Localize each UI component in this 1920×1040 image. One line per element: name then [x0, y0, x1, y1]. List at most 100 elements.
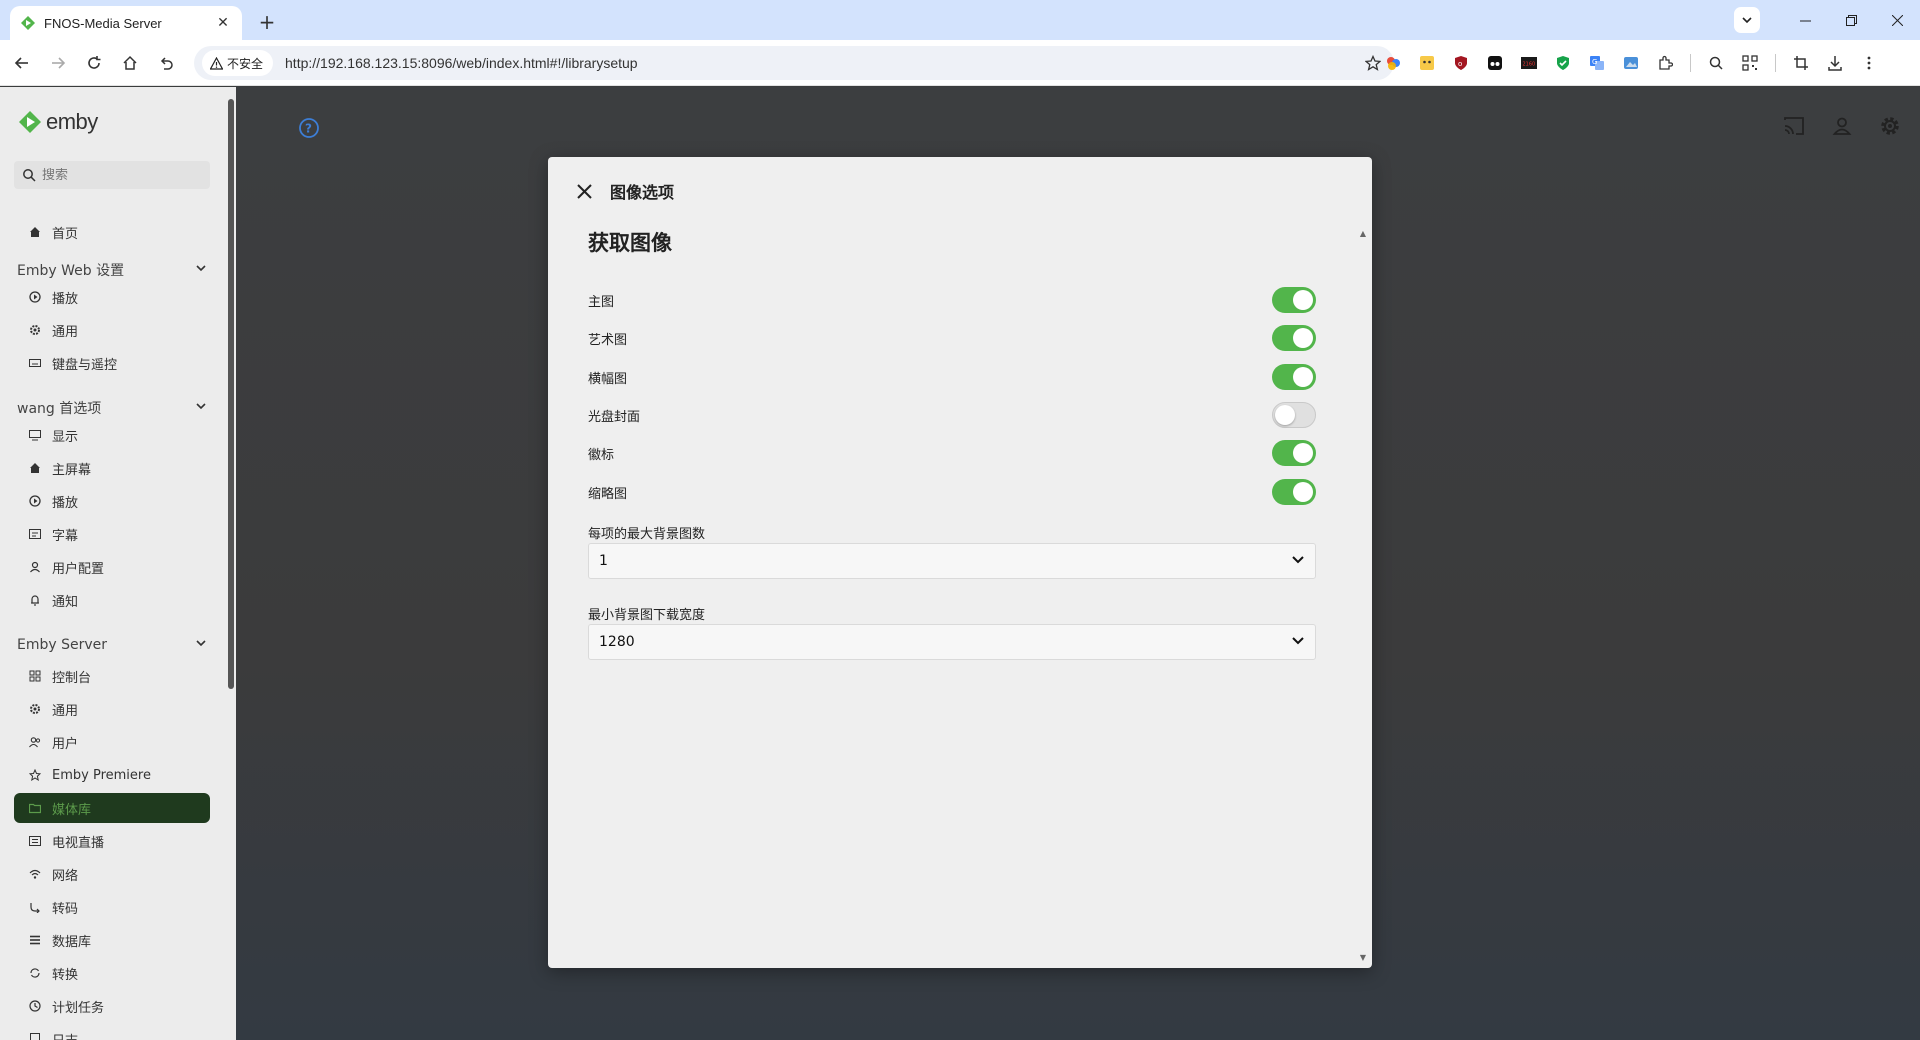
undo-icon[interactable] — [148, 46, 184, 80]
sidebar-item-dashboard[interactable]: 控制台 — [14, 661, 210, 691]
sidebar-item-general-server[interactable]: 通用 — [14, 694, 210, 724]
extension-color-icon[interactable] — [1381, 51, 1405, 75]
database-icon — [28, 933, 42, 947]
home-icon — [28, 461, 42, 475]
home-icon[interactable] — [112, 46, 148, 80]
sidebar-item-database[interactable]: 数据库 — [14, 925, 210, 955]
person-icon — [28, 560, 42, 574]
gear-icon — [28, 702, 42, 716]
svg-text:o: o — [1458, 60, 1462, 68]
toggle-logo[interactable] — [1272, 440, 1316, 466]
sidebar-item-playback[interactable]: 播放 — [14, 282, 210, 312]
toggle-disc[interactable] — [1272, 402, 1316, 428]
extension-shield-icon[interactable] — [1551, 51, 1575, 75]
search-input[interactable] — [42, 167, 202, 183]
wifi-icon — [28, 867, 42, 881]
chevron-down-icon — [195, 262, 207, 278]
minimize-button[interactable] — [1782, 0, 1828, 40]
forward-icon[interactable] — [40, 46, 76, 80]
dashboard-icon — [28, 669, 42, 683]
emby-logo[interactable]: emby — [18, 109, 98, 135]
new-tab-button[interactable]: + — [254, 9, 280, 35]
tab-search-button[interactable] — [1734, 7, 1760, 33]
toggle-thumb[interactable] — [1272, 479, 1316, 505]
star-icon — [28, 768, 42, 782]
sidebar-item-profile[interactable]: 用户配置 — [14, 552, 210, 582]
chevron-down-icon — [195, 637, 207, 653]
close-icon[interactable] — [572, 179, 596, 203]
cast-icon[interactable] — [1770, 109, 1818, 143]
settings-gear-icon[interactable] — [1866, 109, 1914, 143]
qr-code-icon[interactable] — [1738, 51, 1762, 75]
toggle-art[interactable] — [1272, 325, 1316, 351]
sidebar-item-livetv[interactable]: 电视直播 — [14, 826, 210, 856]
extension-cat-icon[interactable] — [1415, 51, 1439, 75]
sidebar: emby 首页 Emby Web 设置 播放 通用 键盘与遥控 — [0, 87, 236, 1040]
extension-2160-icon[interactable]: 2160 — [1517, 51, 1541, 75]
help-icon[interactable]: ? — [298, 117, 320, 143]
back-icon[interactable] — [4, 46, 40, 80]
toggle-primary[interactable] — [1272, 287, 1316, 313]
sidebar-item-premiere[interactable]: Emby Premiere — [14, 760, 210, 790]
log-icon — [28, 1032, 42, 1040]
sidebar-scrollbar[interactable] — [228, 99, 234, 689]
extension-picture-icon[interactable] — [1619, 51, 1643, 75]
sidebar-item-logs[interactable]: 日志 — [14, 1024, 210, 1040]
close-window-button[interactable] — [1874, 0, 1920, 40]
subtitles-icon — [28, 527, 42, 541]
sidebar-item-conversions[interactable]: 转换 — [14, 958, 210, 988]
sidebar-item-transcode[interactable]: 转码 — [14, 892, 210, 922]
browser-tab[interactable]: FNOS-Media Server ✕ — [10, 6, 242, 40]
extension-glasses-icon[interactable] — [1483, 51, 1507, 75]
tab-title: FNOS-Media Server — [44, 15, 162, 31]
sidebar-item-network[interactable]: 网络 — [14, 859, 210, 889]
emby-logo-icon — [19, 111, 41, 133]
sidebar-item-users[interactable]: 用户 — [14, 727, 210, 757]
tab-close-icon[interactable]: ✕ — [214, 14, 232, 32]
home-icon — [28, 225, 42, 239]
sidebar-item-general-web[interactable]: 通用 — [14, 315, 210, 345]
sidebar-item-keyboard[interactable]: 键盘与遥控 — [14, 348, 210, 378]
browser-menu-icon[interactable] — [1857, 51, 1881, 75]
address-bar[interactable]: 不安全 http://192.168.123.15:8096/web/index… — [194, 46, 1394, 80]
download-icon[interactable] — [1823, 51, 1847, 75]
extension-ublock-icon[interactable]: o — [1449, 51, 1473, 75]
scroll-up-arrow-icon[interactable]: ▲ — [1360, 229, 1366, 238]
section-user-prefs[interactable]: wang 首选项 — [17, 395, 213, 421]
sidebar-item-homescreen[interactable]: 主屏幕 — [14, 453, 210, 483]
toggle-banner[interactable] — [1272, 364, 1316, 390]
sidebar-item-playback-user[interactable]: 播放 — [14, 486, 210, 516]
search-box[interactable] — [14, 161, 210, 189]
extensions-row: o 2160 G — [1376, 46, 1886, 80]
sidebar-item-home[interactable]: 首页 — [14, 217, 210, 247]
emby-page: emby 首页 Emby Web 设置 播放 通用 键盘与遥控 — [0, 87, 1920, 1040]
max-backdrops-select[interactable]: 1 — [588, 543, 1316, 579]
min-backdrop-width-select[interactable]: 1280 — [588, 624, 1316, 660]
sidebar-item-display[interactable]: 显示 — [14, 420, 210, 450]
clock-icon — [28, 999, 42, 1013]
sidebar-item-scheduled-tasks[interactable]: 计划任务 — [14, 991, 210, 1021]
sidebar-item-notifications[interactable]: 通知 — [14, 585, 210, 615]
security-chip[interactable]: 不安全 — [202, 50, 274, 76]
user-icon[interactable] — [1818, 109, 1866, 143]
extension-translate-icon[interactable]: G — [1585, 51, 1609, 75]
crop-icon[interactable] — [1789, 51, 1813, 75]
section-emby-server[interactable]: Emby Server — [17, 632, 213, 658]
option-disc-image: 光盘封面 — [588, 400, 1316, 430]
folder-icon — [28, 801, 42, 815]
option-primary-image: 主图 — [588, 285, 1316, 315]
sidebar-item-subtitles[interactable]: 字幕 — [14, 519, 210, 549]
option-thumb-image: 缩略图 — [588, 477, 1316, 507]
search-icon — [23, 169, 36, 182]
option-art-image: 艺术图 — [588, 323, 1316, 353]
restore-button[interactable] — [1828, 0, 1874, 40]
reload-icon[interactable] — [76, 46, 112, 80]
zoom-search-icon[interactable] — [1704, 51, 1728, 75]
gear-icon — [28, 323, 42, 337]
scroll-down-arrow-icon[interactable]: ▼ — [1360, 953, 1366, 962]
option-logo-image: 徽标 — [588, 438, 1316, 468]
section-emby-web[interactable]: Emby Web 设置 — [17, 257, 213, 283]
url-text[interactable]: http://192.168.123.15:8096/web/index.htm… — [285, 55, 1358, 71]
sidebar-item-library[interactable]: 媒体库 — [14, 793, 210, 823]
extensions-puzzle-icon[interactable] — [1653, 51, 1677, 75]
